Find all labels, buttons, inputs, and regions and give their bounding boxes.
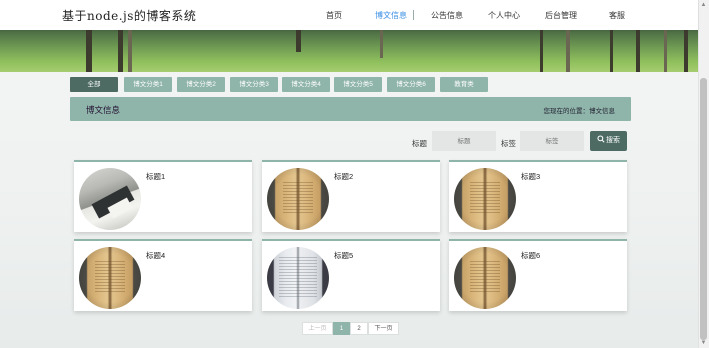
category-all-button[interactable]: 全部 xyxy=(70,77,118,92)
post-card[interactable]: 标题4 xyxy=(74,239,252,311)
post-title[interactable]: 标题6 xyxy=(521,250,540,261)
category-button-6[interactable]: 博文分类6 xyxy=(387,77,435,92)
post-thumbnail[interactable] xyxy=(454,247,516,309)
category-button-4[interactable]: 博文分类4 xyxy=(282,77,330,92)
category-button-education[interactable]: 教育类 xyxy=(440,77,488,92)
category-button-5[interactable]: 博文分类5 xyxy=(334,77,382,92)
banner-image xyxy=(0,30,698,72)
post-card[interactable]: 标题1 xyxy=(74,160,252,232)
category-button-2[interactable]: 博文分类2 xyxy=(177,77,225,92)
page-button-1[interactable]: 1 xyxy=(333,322,350,335)
category-button-1[interactable]: 博文分类1 xyxy=(124,77,172,92)
post-thumbnail[interactable] xyxy=(79,168,141,230)
nav-posts[interactable]: 博文信息 xyxy=(375,10,407,21)
prev-page-button[interactable]: 上一页 xyxy=(302,322,333,335)
post-title[interactable]: 标题1 xyxy=(146,171,165,182)
search-button-label: 搜索 xyxy=(606,137,620,144)
search-button[interactable]: 搜索 xyxy=(590,131,627,151)
category-button-3[interactable]: 博文分类3 xyxy=(230,77,278,92)
post-title[interactable]: 标题5 xyxy=(334,250,353,261)
title-search-input[interactable] xyxy=(432,131,496,151)
post-thumbnail[interactable] xyxy=(267,247,329,309)
post-card[interactable]: 标题6 xyxy=(449,239,627,311)
post-title[interactable]: 标题4 xyxy=(146,250,165,261)
top-header: 基于node.js的博客系统 首页 博文信息 公告信息 个人中心 后台管理 客服 xyxy=(0,0,698,30)
section-title: 博文信息 xyxy=(86,105,121,115)
nav-notices[interactable]: 公告信息 xyxy=(431,10,463,21)
post-card[interactable]: 标题5 xyxy=(262,239,440,311)
search-icon xyxy=(597,135,605,143)
nav-profile[interactable]: 个人中心 xyxy=(488,10,520,21)
nav-admin[interactable]: 后台管理 xyxy=(545,10,577,21)
scroll-up-icon[interactable]: ▲ xyxy=(700,2,707,8)
page-button-2[interactable]: 2 xyxy=(350,322,368,335)
nav-home[interactable]: 首页 xyxy=(326,10,342,21)
nav-support[interactable]: 客服 xyxy=(609,10,625,21)
tag-search-input[interactable] xyxy=(520,131,584,151)
post-thumbnail[interactable] xyxy=(454,168,516,230)
post-thumbnail[interactable] xyxy=(267,168,329,230)
tag-label: 标签 xyxy=(501,139,516,148)
title-label: 标题 xyxy=(412,139,427,148)
nav-divider xyxy=(413,10,414,20)
post-card[interactable]: 标题3 xyxy=(449,160,627,232)
breadcrumb: 您现在的位置：博文信息 xyxy=(543,108,616,115)
post-thumbnail[interactable] xyxy=(79,247,141,309)
section-header: 博文信息 您现在的位置：博文信息 xyxy=(70,97,631,121)
scroll-down-icon[interactable]: ▼ xyxy=(700,340,707,346)
scrollbar-thumb[interactable] xyxy=(700,78,707,340)
post-title[interactable]: 标题2 xyxy=(334,171,353,182)
post-title[interactable]: 标题3 xyxy=(521,171,540,182)
post-card[interactable]: 标题2 xyxy=(262,160,440,232)
next-page-button[interactable]: 下一页 xyxy=(368,322,399,335)
main-nav: 首页 博文信息 公告信息 个人中心 后台管理 客服 xyxy=(0,10,698,22)
